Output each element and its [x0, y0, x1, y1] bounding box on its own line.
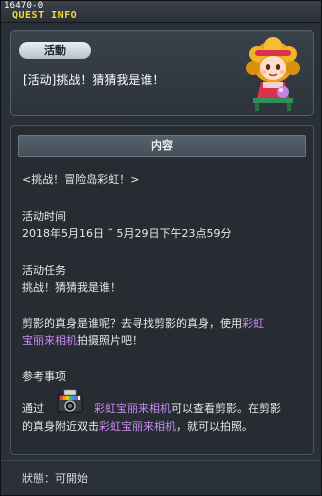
note-line-2: 的真身附近双击彩虹宝丽来相机，就可以拍照。: [22, 418, 253, 434]
window-title: QUEST INFO: [12, 10, 78, 21]
quest-subtitle: <挑战！冒险岛彩虹！>: [22, 173, 140, 186]
note-text: ，就可以拍照。: [176, 420, 253, 433]
note-line-1: 通过 彩虹宝丽来相机可以查看剪影。在剪影: [22, 400, 281, 416]
category-badge: 活動: [19, 42, 91, 59]
item-link-rainbow-camera[interactable]: 彩虹宝丽来相机: [94, 402, 171, 415]
quest-status: 狀態：可開始: [22, 472, 88, 485]
status-bar: 狀態：可開始: [1, 460, 321, 496]
event-time-value: 2018年5月16日 ˜ 5月29日下午23点59分: [22, 227, 232, 240]
content-section-header: 内容: [18, 135, 306, 157]
event-time-label: 活动时间: [22, 210, 66, 223]
note-text: 的真身附近双击: [22, 420, 99, 433]
quest-info-window: 16470-0 QUEST INFO 活動 [活动]挑战！猜猜我是谁！ 内容 <…: [0, 0, 322, 496]
description-text: 剪影的真身是谁呢？去寻找剪影的真身，使用: [22, 317, 242, 330]
npc-portrait-icon: [246, 37, 300, 111]
description-text: 拍摄照片吧！: [77, 334, 143, 347]
event-task-value: 挑战！猜猜我是谁！: [22, 281, 121, 294]
item-link-rainbow-camera[interactable]: 彩虹: [242, 317, 264, 330]
title-bar[interactable]: 16470-0 QUEST INFO: [1, 1, 321, 23]
note-text: 通过: [22, 402, 44, 415]
quest-title: [活动]挑战！猜猜我是谁！: [23, 73, 165, 87]
note-text: 可以查看剪影。在剪影: [171, 402, 281, 415]
item-link-rainbow-camera[interactable]: 彩虹宝丽来相机: [99, 420, 176, 433]
description-line-1: 剪影的真身是谁呢？去寻找剪影的真身，使用彩虹: [22, 315, 264, 331]
quest-header-panel: 活動 [活动]挑战！猜猜我是谁！: [10, 30, 314, 116]
notes-label: 参考事项: [22, 370, 66, 383]
item-link-rainbow-camera-cont[interactable]: 宝丽来相机: [22, 334, 77, 347]
description-line-2: 宝丽来相机拍摄照片吧！: [22, 332, 143, 348]
event-task-label: 活动任务: [22, 264, 66, 277]
